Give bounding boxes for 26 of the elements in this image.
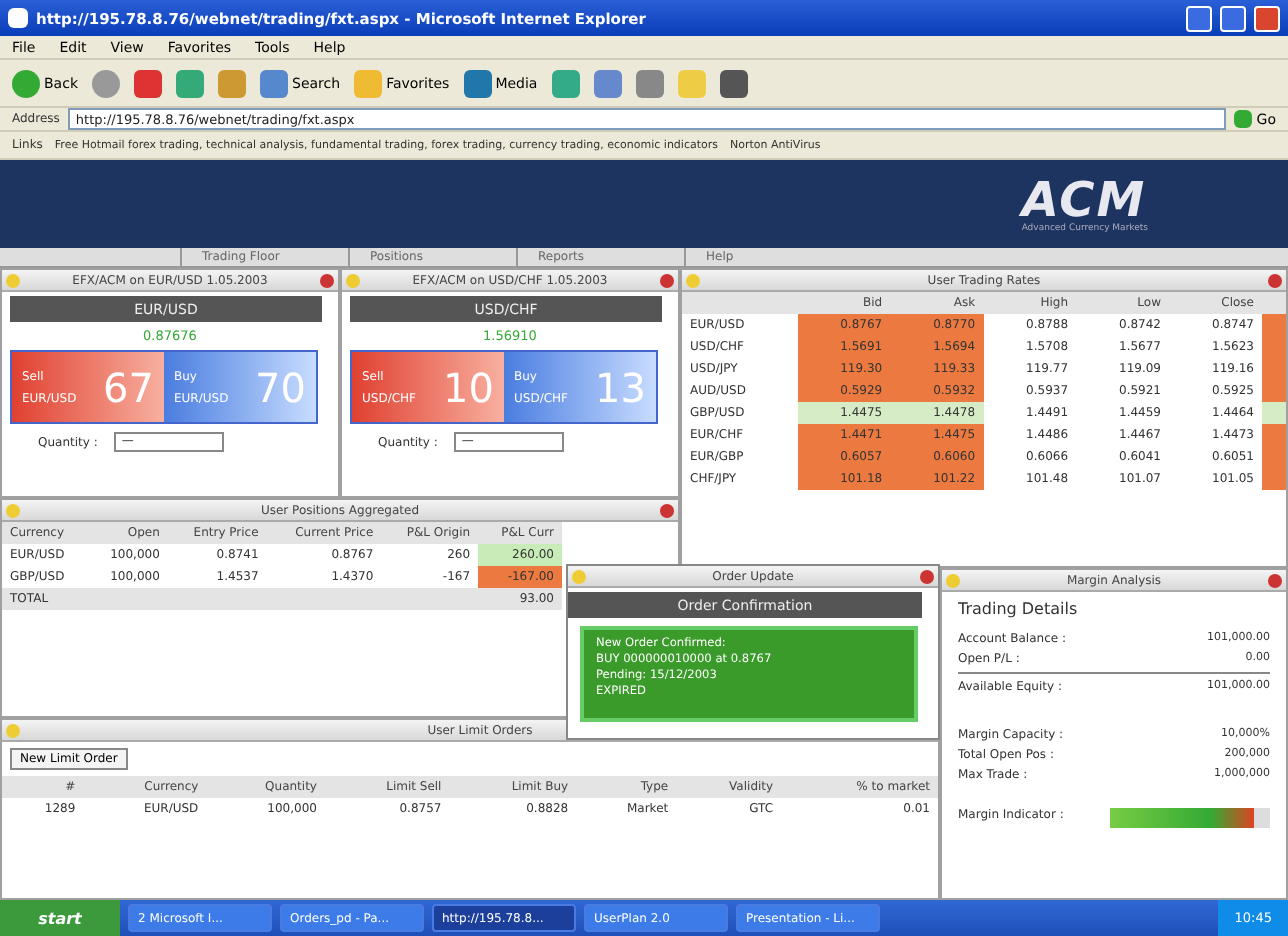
- close-icon[interactable]: [1268, 273, 1282, 287]
- close-icon[interactable]: [660, 503, 674, 517]
- panel-icon: [6, 723, 20, 737]
- section-heading: Trading Details: [958, 600, 1080, 618]
- trend-indicator: [1262, 402, 1286, 424]
- trend-indicator: [1262, 380, 1286, 402]
- close-icon[interactable]: [920, 569, 934, 583]
- close-button[interactable]: [1254, 5, 1280, 31]
- browser-icon: [8, 8, 28, 28]
- trend-indicator: [1262, 314, 1286, 336]
- trend-indicator: [1262, 424, 1286, 446]
- panel-icon: [6, 503, 20, 517]
- logo: ACM: [1021, 175, 1147, 223]
- forward-button[interactable]: [92, 69, 120, 97]
- close-icon[interactable]: [660, 273, 674, 287]
- panel-icon: [946, 573, 960, 587]
- panel-icon: [572, 569, 586, 583]
- maximize-button[interactable]: [1220, 5, 1246, 31]
- close-icon[interactable]: [320, 273, 334, 287]
- close-icon[interactable]: [1268, 573, 1282, 587]
- trend-indicator: [1262, 468, 1286, 490]
- panel-icon: [346, 273, 360, 287]
- panel-icon: [686, 273, 700, 287]
- panel-icon: [6, 273, 20, 287]
- minimize-button[interactable]: [1186, 5, 1212, 31]
- start-button[interactable]: start: [0, 900, 120, 936]
